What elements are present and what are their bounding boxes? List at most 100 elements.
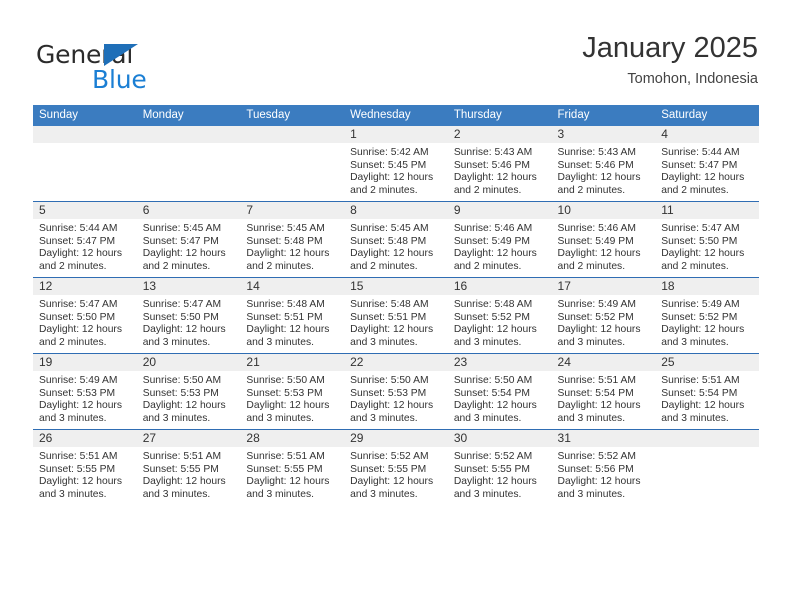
daylight-text-line1: Daylight: 12 hours xyxy=(246,400,330,412)
day-details: Sunrise: 5:51 AM Sunset: 5:55 PM Daylight:… xyxy=(33,447,137,501)
calendar-day-cell[interactable]: 15 Sunrise: 5:48 AM Sunset: 5:51 PM Dayligh… xyxy=(344,277,448,354)
calendar-day-cell[interactable]: 20 Sunrise: 5:50 AM Sunset: 5:53 PM Dayligh… xyxy=(136,353,241,430)
daylight-text-line1: Daylight: 12 hours xyxy=(661,248,745,260)
page-header: General Blue January 2025 Tomohon, Indon… xyxy=(34,30,758,98)
daylight-text-line1: Daylight: 12 hours xyxy=(557,248,641,260)
daylight-text-line2: and 3 minutes. xyxy=(661,412,729,424)
day-details: Sunrise: 5:50 AM Sunset: 5:53 PM Daylight:… xyxy=(137,371,241,425)
calendar-day-cell[interactable]: 8 Sunrise: 5:45 AM Sunset: 5:48 PM Daylight… xyxy=(344,201,448,278)
daylight-text-line2: and 3 minutes. xyxy=(661,336,729,348)
day-details: Sunrise: 5:52 AM Sunset: 5:55 PM Daylight:… xyxy=(448,447,552,501)
daylight-text-line2: and 3 minutes. xyxy=(39,488,107,500)
calendar-day-cell[interactable]: 14 Sunrise: 5:48 AM Sunset: 5:51 PM Dayligh… xyxy=(240,277,345,354)
sunrise-text: Sunrise: 5:51 AM xyxy=(557,375,636,386)
day-number: 1 xyxy=(344,126,448,143)
calendar-day-cell[interactable]: 30 Sunrise: 5:52 AM Sunset: 5:55 PM Dayligh… xyxy=(447,429,552,505)
sunset-text: Sunset: 5:47 PM xyxy=(142,235,219,247)
calendar-day-cell[interactable]: 16 Sunrise: 5:48 AM Sunset: 5:52 PM Dayligh… xyxy=(447,277,552,354)
daylight-text-line1: Daylight: 12 hours xyxy=(142,248,226,260)
day-number: 29 xyxy=(344,430,448,447)
sunset-text: Sunset: 5:52 PM xyxy=(557,311,634,323)
sunrise-text: Sunrise: 5:43 AM xyxy=(557,147,636,158)
daylight-text-line1: Daylight: 12 hours xyxy=(246,248,330,260)
weekday-header-friday: Friday xyxy=(551,105,656,126)
page-subtitle: Tomohon, Indonesia xyxy=(627,71,758,87)
sunrise-text: Sunrise: 5:47 AM xyxy=(661,223,740,234)
day-number: 28 xyxy=(240,430,345,447)
daylight-text-line1: Daylight: 12 hours xyxy=(557,400,641,412)
calendar-day-cell[interactable]: 5 Sunrise: 5:44 AM Sunset: 5:47 PM Daylight… xyxy=(33,201,137,278)
sunset-text: Sunset: 5:54 PM xyxy=(453,387,530,399)
calendar-day-cell[interactable]: 23 Sunrise: 5:50 AM Sunset: 5:54 PM Dayligh… xyxy=(447,353,552,430)
calendar-day-cell[interactable]: 18 Sunrise: 5:49 AM Sunset: 5:52 PM Dayligh… xyxy=(655,277,759,354)
logo-triangle-icon xyxy=(104,44,138,66)
calendar-day-cell[interactable]: 9 Sunrise: 5:46 AM Sunset: 5:49 PM Daylight… xyxy=(447,201,552,278)
daylight-text-line1: Daylight: 12 hours xyxy=(39,324,122,336)
calendar-day-cell[interactable]: 4 Sunrise: 5:44 AM Sunset: 5:47 PM Daylight… xyxy=(655,126,759,202)
calendar-day-cell[interactable]: 25 Sunrise: 5:51 AM Sunset: 5:54 PM Dayligh… xyxy=(655,353,759,430)
sunset-text: Sunset: 5:49 PM xyxy=(453,235,530,247)
day-number: 14 xyxy=(240,278,345,295)
sunset-text: Sunset: 5:55 PM xyxy=(246,463,323,475)
calendar-day-cell[interactable]: 13 Sunrise: 5:47 AM Sunset: 5:50 PM Dayligh… xyxy=(136,277,241,354)
day-details: Sunrise: 5:52 AM Sunset: 5:56 PM Daylight:… xyxy=(552,447,656,501)
daylight-text-line2: and 3 minutes. xyxy=(453,336,522,348)
calendar-day-cell[interactable]: 3 Sunrise: 5:43 AM Sunset: 5:46 PM Daylight… xyxy=(551,126,656,202)
calendar-day-cell[interactable]: 31 Sunrise: 5:52 AM Sunset: 5:56 PM Dayligh… xyxy=(551,429,656,505)
daylight-text-line1: Daylight: 12 hours xyxy=(453,248,537,260)
day-number: 16 xyxy=(447,278,552,295)
calendar-week-row: 19 Sunrise: 5:49 AM Sunset: 5:53 PM Dayligh… xyxy=(33,353,759,430)
sunset-text: Sunset: 5:56 PM xyxy=(557,463,634,475)
daylight-text-line1: Daylight: 12 hours xyxy=(453,172,537,184)
sunset-text: Sunset: 5:52 PM xyxy=(453,311,530,323)
daylight-text-line2: and 3 minutes. xyxy=(557,488,626,500)
day-details: Sunrise: 5:51 AM Sunset: 5:54 PM Daylight:… xyxy=(552,371,656,425)
calendar-day-cell[interactable]: 2 Sunrise: 5:43 AM Sunset: 5:46 PM Daylight… xyxy=(447,126,552,202)
calendar-day-cell[interactable]: 24 Sunrise: 5:51 AM Sunset: 5:54 PM Dayligh… xyxy=(551,353,656,430)
daylight-text-line2: and 2 minutes. xyxy=(661,260,729,272)
calendar-day-cell[interactable]: 1 Sunrise: 5:42 AM Sunset: 5:45 PM Daylight… xyxy=(344,126,448,202)
daylight-text-line2: and 2 minutes. xyxy=(350,184,418,196)
day-number: 2 xyxy=(447,126,552,143)
day-number: 27 xyxy=(136,430,241,447)
calendar-day-cell[interactable]: 26 Sunrise: 5:51 AM Sunset: 5:55 PM Dayligh… xyxy=(33,429,137,505)
calendar-day-cell[interactable]: 11 Sunrise: 5:47 AM Sunset: 5:50 PM Dayligh… xyxy=(655,201,759,278)
calendar-day-cell[interactable]: 28 Sunrise: 5:51 AM Sunset: 5:55 PM Dayligh… xyxy=(240,429,345,505)
sunset-text: Sunset: 5:54 PM xyxy=(661,387,738,399)
day-details: Sunrise: 5:48 AM Sunset: 5:51 PM Daylight:… xyxy=(240,295,344,349)
day-number: 20 xyxy=(136,354,241,371)
day-details: Sunrise: 5:50 AM Sunset: 5:53 PM Daylight:… xyxy=(240,371,344,425)
calendar-week-row: 5 Sunrise: 5:44 AM Sunset: 5:47 PM Daylight… xyxy=(33,201,759,278)
calendar-day-cell[interactable]: 22 Sunrise: 5:50 AM Sunset: 5:53 PM Dayligh… xyxy=(344,353,448,430)
sunrise-text: Sunrise: 5:52 AM xyxy=(350,451,429,462)
daylight-text-line1: Daylight: 12 hours xyxy=(557,172,641,184)
daylight-text-line2: and 3 minutes. xyxy=(350,488,418,500)
sunrise-text: Sunrise: 5:51 AM xyxy=(661,375,740,386)
daylight-text-line1: Daylight: 12 hours xyxy=(661,172,745,184)
daylight-text-line2: and 3 minutes. xyxy=(350,412,418,424)
sunrise-text: Sunrise: 5:50 AM xyxy=(453,375,533,386)
sunset-text: Sunset: 5:51 PM xyxy=(246,311,323,323)
calendar-day-cell[interactable]: 10 Sunrise: 5:46 AM Sunset: 5:49 PM Dayligh… xyxy=(551,201,656,278)
day-number: 23 xyxy=(447,354,552,371)
calendar-day-cell[interactable]: 7 Sunrise: 5:45 AM Sunset: 5:48 PM Daylight… xyxy=(240,201,345,278)
day-number: 31 xyxy=(551,430,656,447)
sunrise-text: Sunrise: 5:48 AM xyxy=(246,299,325,310)
calendar-day-cell[interactable]: 19 Sunrise: 5:49 AM Sunset: 5:53 PM Dayligh… xyxy=(33,353,137,430)
daylight-text-line1: Daylight: 12 hours xyxy=(350,476,434,488)
sunrise-text: Sunrise: 5:44 AM xyxy=(661,147,740,158)
day-number: 5 xyxy=(33,202,137,219)
calendar-day-cell[interactable]: 17 Sunrise: 5:49 AM Sunset: 5:52 PM Dayligh… xyxy=(551,277,656,354)
calendar-day-cell[interactable]: 29 Sunrise: 5:52 AM Sunset: 5:55 PM Dayligh… xyxy=(344,429,448,505)
calendar-day-cell[interactable]: 21 Sunrise: 5:50 AM Sunset: 5:53 PM Dayligh… xyxy=(240,353,345,430)
day-number: 30 xyxy=(447,430,552,447)
calendar-day-cell[interactable]: 27 Sunrise: 5:51 AM Sunset: 5:55 PM Dayligh… xyxy=(136,429,241,505)
calendar-day-cell[interactable]: 12 Sunrise: 5:47 AM Sunset: 5:50 PM Dayligh… xyxy=(33,277,137,354)
calendar-day-cell[interactable]: 6 Sunrise: 5:45 AM Sunset: 5:47 PM Daylight… xyxy=(136,201,241,278)
day-details: Sunrise: 5:51 AM Sunset: 5:55 PM Daylight:… xyxy=(240,447,344,501)
daylight-text-line2: and 3 minutes. xyxy=(142,412,211,424)
calendar-body: 1 Sunrise: 5:42 AM Sunset: 5:45 PM Daylight… xyxy=(33,126,759,505)
daylight-text-line2: and 2 minutes. xyxy=(661,184,729,196)
day-details: Sunrise: 5:47 AM Sunset: 5:50 PM Daylight:… xyxy=(33,295,137,349)
sunrise-text: Sunrise: 5:51 AM xyxy=(142,451,222,462)
